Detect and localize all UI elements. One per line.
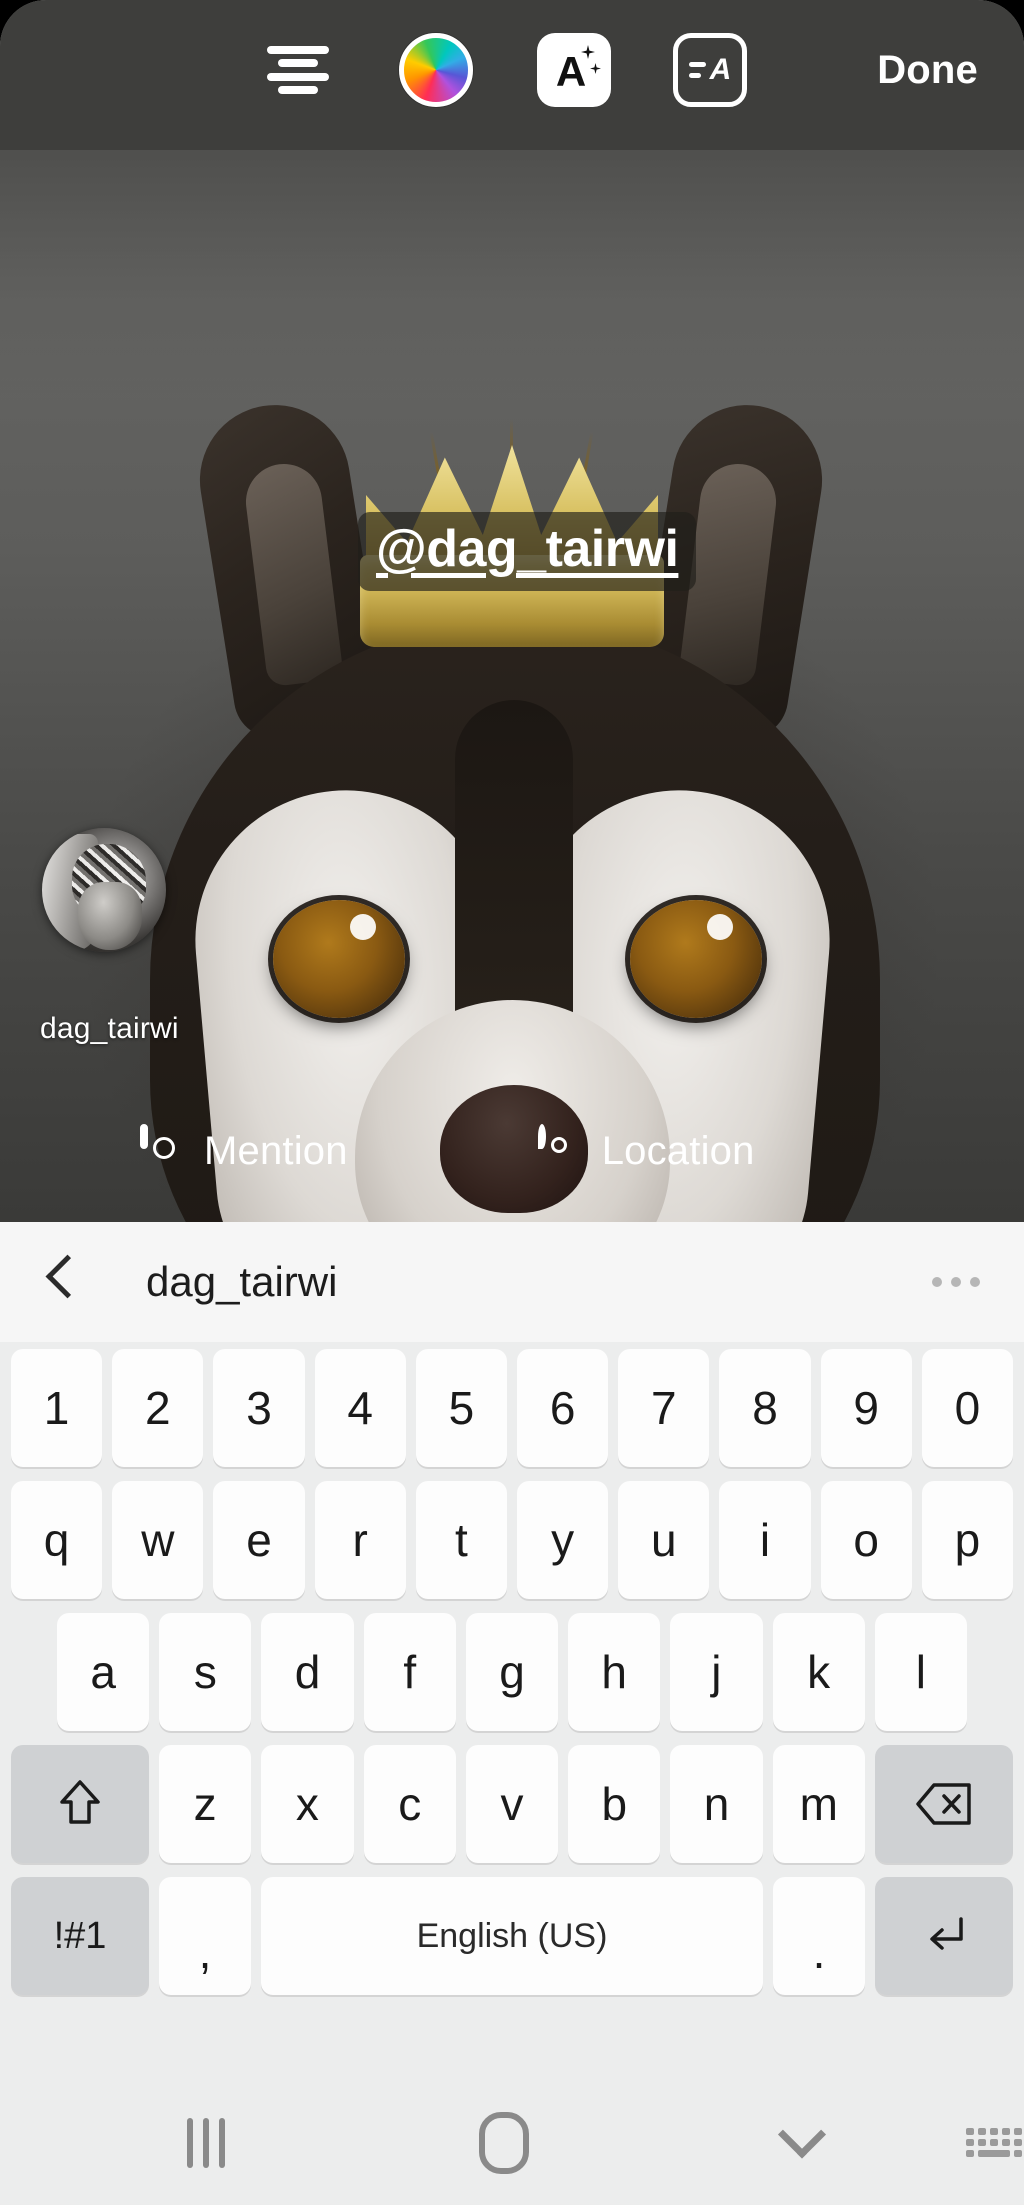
dog-ear-inner-left xyxy=(241,459,344,688)
upper-scrim xyxy=(0,150,1024,400)
key-h[interactable]: h xyxy=(568,1613,661,1731)
map-pin-icon xyxy=(537,1124,584,1174)
suggestion-word[interactable]: dag_tairwi xyxy=(146,1258,337,1306)
mention-text-sticker[interactable]: @dag_tairwi xyxy=(358,512,697,591)
story-account-label: dag_tairwi xyxy=(40,1012,179,1045)
keyboard-row-home: a s d f g h j k l xyxy=(0,1606,1024,1738)
location-button-label: Location xyxy=(601,1128,755,1173)
key-b[interactable]: b xyxy=(568,1745,661,1863)
story-canvas[interactable]: @dag_tairwi dag_tairwi A A Done Mention … xyxy=(0,0,1024,1222)
keyboard-row-top: q w e r t y u i o p xyxy=(0,1474,1024,1606)
key-d[interactable]: d xyxy=(261,1613,354,1731)
key-j[interactable]: j xyxy=(670,1613,763,1731)
keyboard-icon[interactable] xyxy=(964,2108,1024,2178)
key-p[interactable]: p xyxy=(921,1481,1014,1599)
key-f[interactable]: f xyxy=(363,1613,456,1731)
key-9[interactable]: 9 xyxy=(820,1349,912,1467)
keyboard-glyph xyxy=(966,2128,1023,2157)
space-key[interactable]: English (US) xyxy=(261,1877,763,1995)
keyboard-row-functions: !#1 , English (US) . xyxy=(0,1870,1024,2002)
done-button[interactable]: Done xyxy=(877,48,978,93)
key-q[interactable]: q xyxy=(11,1481,103,1599)
key-x[interactable]: x xyxy=(261,1745,354,1863)
avatar-face xyxy=(78,882,142,950)
key-6[interactable]: 6 xyxy=(517,1349,609,1467)
key-m[interactable]: m xyxy=(772,1745,865,1863)
key-e[interactable]: e xyxy=(213,1481,305,1599)
key-8[interactable]: 8 xyxy=(719,1349,811,1467)
avatar xyxy=(42,828,166,952)
key-s[interactable]: s xyxy=(159,1613,252,1731)
highlight-lines xyxy=(688,62,706,78)
key-k[interactable]: k xyxy=(772,1613,865,1731)
key-4[interactable]: 4 xyxy=(314,1349,406,1467)
chevron-left-icon[interactable] xyxy=(42,1254,86,1310)
color-wheel-swatch xyxy=(399,33,473,107)
text-effects-icon[interactable]: A xyxy=(528,24,620,116)
key-l[interactable]: l xyxy=(874,1613,967,1731)
key-3[interactable]: 3 xyxy=(213,1349,305,1467)
key-0[interactable]: 0 xyxy=(921,1349,1014,1467)
home-icon[interactable] xyxy=(470,2103,538,2183)
color-wheel-icon[interactable] xyxy=(388,22,484,118)
key-w[interactable]: w xyxy=(112,1481,204,1599)
recents-icon[interactable] xyxy=(172,2103,240,2183)
text-align-center-icon[interactable] xyxy=(252,24,344,116)
key-z[interactable]: z xyxy=(159,1745,252,1863)
suggestion-bar: dag_tairwi xyxy=(0,1222,1024,1342)
key-7[interactable]: 7 xyxy=(618,1349,710,1467)
key-5[interactable]: 5 xyxy=(415,1349,508,1467)
dog-eye-left xyxy=(273,900,405,1018)
key-2[interactable]: 2 xyxy=(112,1349,204,1467)
letter-a-glyph: A xyxy=(555,48,587,95)
period-key[interactable]: . xyxy=(773,1877,865,1995)
text-highlight-badge: A xyxy=(673,33,747,107)
text-highlight-icon[interactable]: A xyxy=(664,24,756,116)
key-o[interactable]: o xyxy=(820,1481,912,1599)
letter-a-glyph: A xyxy=(709,53,732,86)
key-1[interactable]: 1 xyxy=(11,1349,103,1467)
phone-screen: @dag_tairwi dag_tairwi A A Done Mention … xyxy=(0,0,1024,2205)
mention-button[interactable]: Mention xyxy=(140,1124,348,1174)
key-v[interactable]: v xyxy=(465,1745,559,1863)
dog-eye-right xyxy=(630,900,762,1018)
key-t[interactable]: t xyxy=(415,1481,508,1599)
mention-button-label: Mention xyxy=(204,1128,348,1173)
text-effects-badge: A xyxy=(537,33,611,107)
key-r[interactable]: r xyxy=(314,1481,406,1599)
key-i[interactable]: i xyxy=(719,1481,811,1599)
more-options-icon[interactable] xyxy=(932,1277,980,1287)
symbols-key[interactable]: !#1 xyxy=(11,1877,149,1995)
comma-key[interactable]: , xyxy=(159,1877,251,1995)
enter-key[interactable] xyxy=(875,1877,1013,1995)
key-y[interactable]: y xyxy=(517,1481,609,1599)
at-sign-icon xyxy=(140,1124,186,1174)
key-n[interactable]: n xyxy=(670,1745,763,1863)
quick-sticker-bar: Mention Location xyxy=(0,1080,1024,1222)
shift-key[interactable] xyxy=(11,1745,149,1863)
chevron-down-icon[interactable] xyxy=(768,2103,836,2183)
editor-toolbar: A A Done xyxy=(0,0,1024,140)
sparkle-icon xyxy=(590,63,601,74)
android-navigation-bar xyxy=(0,2080,1024,2205)
mention-sticker-label: @dag_tairwi xyxy=(376,520,679,578)
key-u[interactable]: u xyxy=(618,1481,710,1599)
keyboard-row-bottom-letters: z x c v b n m xyxy=(0,1738,1024,1870)
backspace-key[interactable] xyxy=(874,1745,1013,1863)
shift-icon xyxy=(60,1780,100,1824)
key-a[interactable]: a xyxy=(57,1613,150,1731)
enter-icon xyxy=(930,1917,963,1950)
location-button[interactable]: Location xyxy=(537,1124,755,1174)
keyboard-row-numbers: 1 2 3 4 5 6 7 8 9 0 xyxy=(0,1342,1024,1474)
on-screen-keyboard: dag_tairwi 1 2 3 4 5 6 7 8 9 0 q w e r t… xyxy=(0,1222,1024,2080)
key-g[interactable]: g xyxy=(465,1613,559,1731)
backspace-icon xyxy=(916,1783,971,1825)
key-c[interactable]: c xyxy=(363,1745,456,1863)
align-lines xyxy=(267,46,329,94)
